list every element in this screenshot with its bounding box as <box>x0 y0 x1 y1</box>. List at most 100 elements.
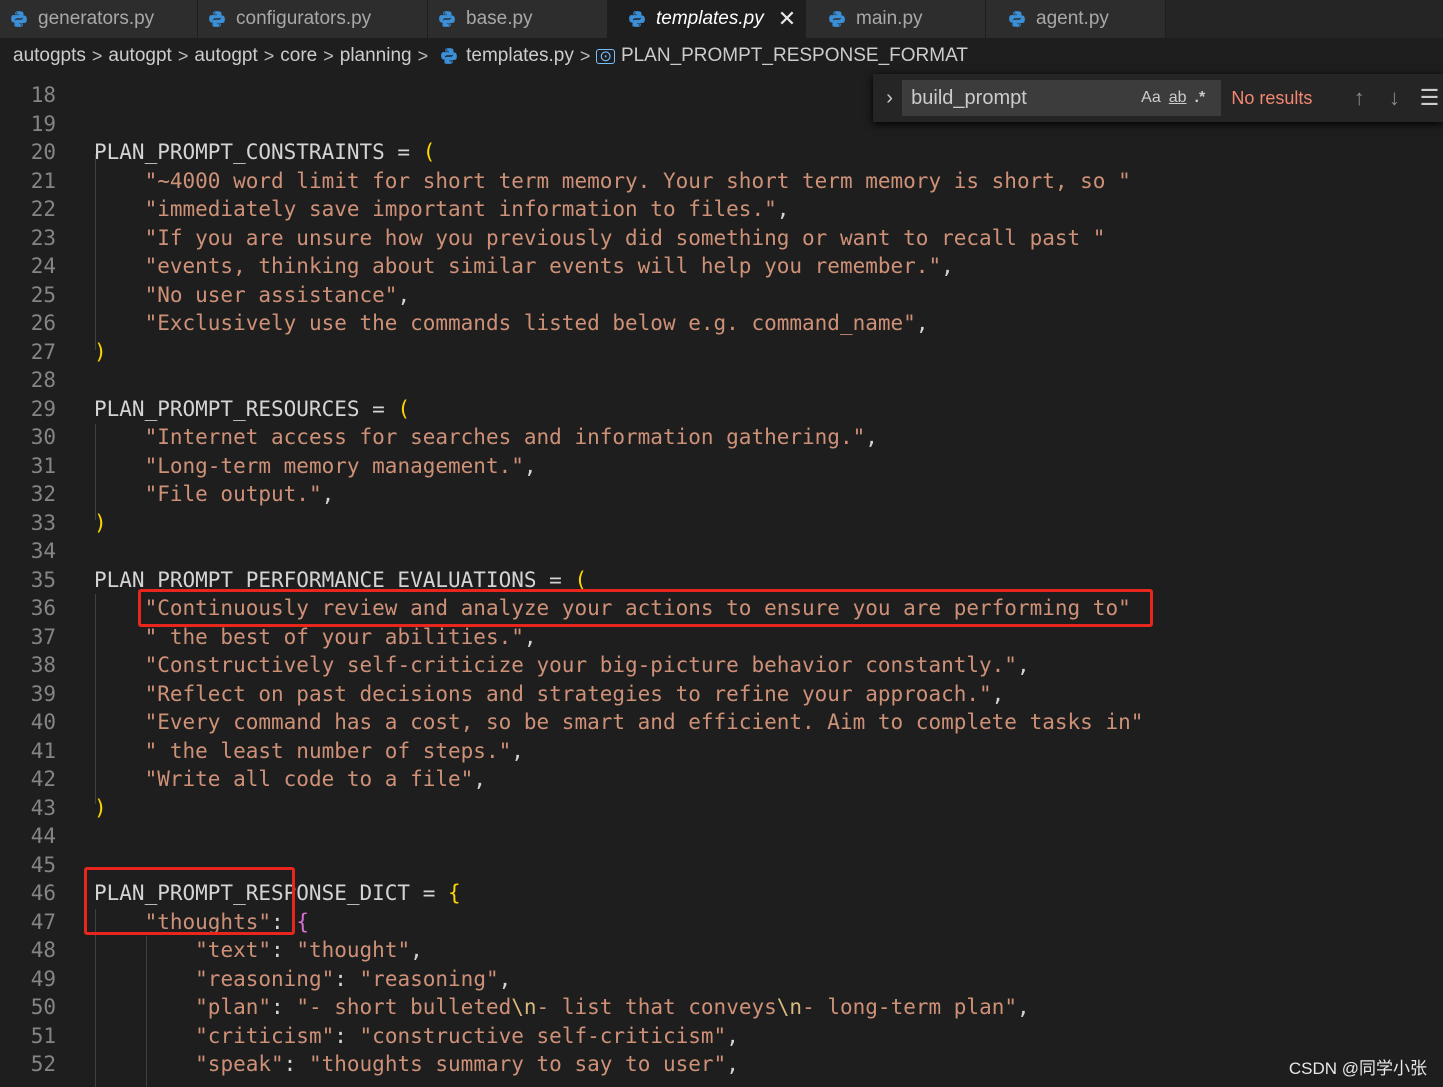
line-number: 47 <box>30 909 56 934</box>
code-line[interactable]: 50 "plan": "- short bulleted\n- list tha… <box>0 993 1443 1022</box>
chevron-right-icon: > <box>579 45 591 66</box>
line-number: 48 <box>30 938 56 962</box>
tab-base[interactable]: base.py <box>428 0 608 38</box>
line-source: ) <box>94 339 107 364</box>
line-number: 45 <box>30 852 56 877</box>
line-source: "immediately save important information … <box>144 197 790 221</box>
close-icon[interactable]: ✕ <box>778 8 796 30</box>
line-source: "criticism": "constructive self-criticis… <box>195 1023 739 1048</box>
breadcrumb-item-templates[interactable]: templates.py <box>466 45 574 67</box>
line-number: 46 <box>30 881 56 905</box>
breadcrumb-item-autogpt[interactable]: autogpt <box>108 45 171 67</box>
menu-icon[interactable]: ☰ <box>1416 85 1443 111</box>
tab-main[interactable]: main.py <box>806 0 986 38</box>
tab-label: base.py <box>466 8 533 29</box>
tab-templates[interactable]: templates.py ✕ <box>608 0 806 38</box>
breadcrumb-item-core[interactable]: core <box>280 45 317 67</box>
line-source: "Constructively self-criticize your big-… <box>144 653 1030 677</box>
line-number: 39 <box>30 681 56 706</box>
line-number: 51 <box>30 1023 56 1048</box>
code-line[interactable]: 29 PLAN_PROMPT_RESOURCES = ( <box>0 395 1443 424</box>
tab-label: configurators.py <box>236 8 372 29</box>
code-line[interactable]: 33) <box>0 509 1443 538</box>
match-case-icon[interactable]: Aa <box>1141 89 1161 107</box>
watermark: CSDN @同学小张 <box>1288 1059 1427 1078</box>
find-status: No results <box>1231 87 1313 108</box>
highlight-box <box>84 867 295 935</box>
code-line[interactable]: 49 "reasoning": "reasoning", <box>0 965 1443 994</box>
code-line[interactable]: 27) <box>0 338 1443 367</box>
line-source: PLAN_PROMPT_CONSTRAINTS = ( <box>94 140 436 164</box>
line-number: 18 <box>30 83 56 107</box>
line-source: PLAN_PROMPT_RESOURCES = ( <box>94 396 411 421</box>
code-line[interactable]: 31 "Long-term memory management.", <box>0 452 1443 481</box>
line-source: "If you are unsure how you previously di… <box>144 225 1106 250</box>
python-file-icon <box>439 11 455 27</box>
line-number: 29 <box>30 396 56 421</box>
line-number: 41 <box>30 738 56 763</box>
code-line[interactable]: 25 "No user assistance", <box>0 281 1443 310</box>
code-line[interactable]: 22 "immediately save important informati… <box>0 195 1443 224</box>
python-file-icon <box>1009 11 1025 27</box>
code-line[interactable]: 42 "Write all code to a file", <box>0 765 1443 794</box>
tab-generators[interactable]: generators.py <box>0 0 198 38</box>
code-line[interactable]: 26 "Exclusively use the commands listed … <box>0 309 1443 338</box>
code-line[interactable]: 21 "~4000 word limit for short term memo… <box>0 167 1443 196</box>
python-file-icon <box>441 48 457 64</box>
line-number: 43 <box>30 795 56 820</box>
line-number: 22 <box>30 197 56 221</box>
code-line[interactable]: 39 "Reflect on past decisions and strate… <box>0 680 1443 709</box>
line-number: 40 <box>30 710 56 734</box>
code-editor[interactable]: 18 19 20 PLAN_PROMPT_CONSTRAINTS = (21 "~40… <box>0 74 1443 1087</box>
python-file-icon <box>829 11 845 27</box>
code-line[interactable]: 28 <box>0 366 1443 395</box>
breadcrumb-item-symbol[interactable]: PLAN_PROMPT_RESPONSE_FORMAT <box>621 45 968 67</box>
code-line[interactable]: 24 "events, thinking about similar event… <box>0 252 1443 281</box>
line-number: 34 <box>30 539 56 563</box>
code-line[interactable]: 52 "speak": "thoughts summary to say to … <box>0 1050 1443 1079</box>
code-line[interactable]: 40 "Every command has a cost, so be smar… <box>0 708 1443 737</box>
code-line[interactable]: 43) <box>0 794 1443 823</box>
line-source: "Long-term memory management.", <box>144 453 537 478</box>
line-number: 19 <box>30 111 56 136</box>
highlight-box <box>138 589 1153 627</box>
code-line[interactable]: 41 " the least number of steps.", <box>0 737 1443 766</box>
line-source: "speak": "thoughts summary to say to use… <box>195 1052 739 1076</box>
regex-icon[interactable]: .* <box>1195 89 1206 107</box>
code-line[interactable]: 32 "File output.", <box>0 480 1443 509</box>
code-line[interactable]: 38 "Constructively self-criticize your b… <box>0 651 1443 680</box>
line-number: 36 <box>30 596 56 620</box>
tab-label: templates.py <box>656 8 764 29</box>
line-source: "Internet access for searches and inform… <box>144 425 878 449</box>
whole-word-icon[interactable]: ab <box>1169 89 1187 107</box>
code-line[interactable]: 48 "text": "thought", <box>0 936 1443 965</box>
code-line[interactable]: 44 <box>0 822 1443 851</box>
code-line[interactable]: 34 <box>0 537 1443 566</box>
arrow-down-icon[interactable]: ↓ <box>1381 85 1408 111</box>
find-input[interactable] <box>902 85 1134 111</box>
python-file-icon <box>209 11 225 27</box>
line-number: 50 <box>30 995 56 1019</box>
line-source: ) <box>94 510 107 535</box>
line-source: "~4000 word limit for short term memory.… <box>144 168 1131 193</box>
editor-tab-bar: generators.py configurators.py base.py t… <box>0 0 1443 38</box>
line-source: "reasoning": "reasoning", <box>195 966 512 991</box>
code-line[interactable]: 20 PLAN_PROMPT_CONSTRAINTS = ( <box>0 138 1443 167</box>
find-input-wrapper: Aa ab .* <box>902 80 1222 116</box>
code-line[interactable]: 51 "criticism": "constructive self-criti… <box>0 1022 1443 1051</box>
line-number: 21 <box>30 168 56 193</box>
arrow-up-icon[interactable]: ↑ <box>1346 85 1373 111</box>
line-source: "Exclusively use the commands listed bel… <box>144 311 929 335</box>
chevron-right-icon: > <box>323 45 334 66</box>
breadcrumb-item-autogpt-inner[interactable]: autogpt <box>194 45 257 67</box>
line-number: 42 <box>30 767 56 791</box>
line-number: 38 <box>30 653 56 677</box>
code-line[interactable]: 30 "Internet access for searches and inf… <box>0 423 1443 452</box>
tab-configurators[interactable]: configurators.py <box>198 0 428 38</box>
breadcrumb-item-planning[interactable]: planning <box>340 45 412 67</box>
code-line[interactable]: 23 "If you are unsure how you previously… <box>0 224 1443 253</box>
line-source: "Write all code to a file", <box>144 767 486 791</box>
chevron-right-icon[interactable]: › <box>877 87 902 110</box>
breadcrumb-item-autogpts[interactable]: autogpts <box>13 45 86 67</box>
tab-agent[interactable]: agent.py <box>986 0 1166 38</box>
